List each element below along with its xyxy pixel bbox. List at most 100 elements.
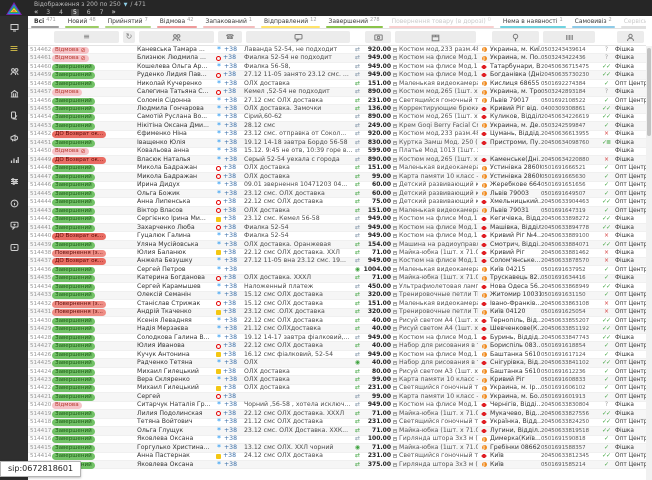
client-phone[interactable]: +38 — [216, 300, 244, 308]
tracking-number[interactable]: 20450634220880 — [541, 156, 597, 164]
client-phone[interactable]: *+38 — [216, 190, 244, 198]
vertical-scrollbar[interactable] — [646, 46, 652, 480]
client-phone[interactable]: *+38 — [216, 181, 244, 189]
pagination-page-3[interactable]: 3 — [45, 9, 51, 16]
tab-сервіси[interactable]: Сервіси0 — [618, 16, 646, 28]
table-row[interactable]: 514435ЗавершенийКатерина Богданова+38ОЛХ… — [28, 275, 646, 283]
tracking-number[interactable]: 0501692108522 — [541, 97, 597, 105]
client-phone[interactable]: *+38 — [216, 266, 244, 274]
tab-all[interactable]: Всі471 — [28, 16, 62, 28]
table-row[interactable]: 514420ВідмоваСитарчук Наталія Гр...*+38Ч… — [28, 402, 646, 410]
table-row[interactable]: 514442ЗавершенийСергієнко Ірина Ми...+38… — [28, 215, 646, 223]
sidebar-item-settings-sliders-icon[interactable] — [0, 170, 28, 192]
tracking-number[interactable]: 0501691601913 — [541, 393, 597, 401]
tracking-number[interactable]: 0501691618854 — [541, 342, 597, 350]
tracking-number[interactable]: 20450633827556 — [541, 410, 597, 418]
pagination-prev-button[interactable]: « — [34, 8, 38, 16]
tab-повернення-товару-в-дорозі-[interactable]: Повернення товару (в дорозі)0 — [386, 16, 497, 28]
tab-нема-в-наявності[interactable]: Нема в наявності1 — [497, 16, 569, 28]
table-row[interactable]: 514450Відмова⊘Ковальова анна*+3815.12. 9… — [28, 148, 646, 156]
client-phone[interactable]: *+38 — [216, 46, 244, 54]
tracking-number[interactable]: 0501691665630 — [541, 173, 597, 181]
client-phone[interactable]: *+38 — [216, 241, 244, 249]
header-barcode-icon[interactable] — [543, 31, 595, 43]
pagination-page-7[interactable]: 7 — [99, 9, 105, 16]
client-phone[interactable]: *+38 — [216, 291, 244, 299]
tracking-number[interactable]: 20450633904463 — [541, 198, 597, 206]
tracking-number[interactable]: 0501691631150 — [541, 291, 597, 299]
header-clients-icon[interactable] — [139, 31, 214, 43]
tab-запакований[interactable]: Запакований1 — [200, 16, 259, 28]
tracking-number[interactable]: 0501691649507 — [541, 190, 597, 198]
table-row[interactable]: 514414ЗавершенийАнна Пастернак+3824.12 с… — [28, 453, 646, 461]
tracking-number[interactable]: 0501691585214 — [541, 461, 597, 469]
tracking-number[interactable]: 0503243422436 — [541, 54, 597, 62]
table-row[interactable]: 514441ЗавершенийЗахарченко Люба+38Фиалка… — [28, 224, 646, 232]
client-phone[interactable]: *+38 — [216, 401, 244, 409]
table-row[interactable]: 514444ЗавершенийАнна Липенська+3822.12 с… — [28, 198, 646, 206]
tracking-number[interactable]: 0501691617124 — [541, 351, 597, 359]
table-row[interactable]: 514457ВідмоваСалегина Татьяна С...+38Кем… — [28, 88, 646, 96]
pagination-page-4[interactable]: 4 — [58, 9, 64, 16]
table-row[interactable]: 514453ЗавершенийНікітіна Оксана Дми...*+… — [28, 122, 646, 130]
header-money-icon[interactable] — [365, 31, 391, 43]
client-phone[interactable]: +38 — [216, 198, 244, 206]
table-row[interactable]: 514436ЗавершенийСергей Петров*+38◉1004.0… — [28, 266, 646, 274]
tracking-number[interactable]: 20450633824250 — [541, 418, 597, 426]
client-phone[interactable]: *+38 — [216, 232, 244, 240]
tracking-number[interactable]: 20450636715475 — [541, 63, 597, 71]
tracking-number[interactable]: 0501691637952 — [541, 266, 597, 274]
header-pin-icon[interactable] — [492, 31, 539, 43]
table-row[interactable]: 514423ЗавершенийВера Скляренко*+38ОЛХ до… — [28, 376, 646, 384]
tracking-number[interactable]: 20450633855207 — [541, 317, 597, 325]
table-row[interactable]: 514431Повернення (з...Андрій Ткаченко+38… — [28, 309, 646, 317]
sidebar-item-clients-icon[interactable] — [0, 60, 28, 82]
client-phone[interactable]: +38 — [216, 393, 244, 401]
tracking-number[interactable]: 20450633894778 — [541, 224, 597, 232]
client-phone[interactable]: +38 — [216, 249, 244, 257]
pagination-next-button[interactable]: » — [111, 8, 115, 16]
sidebar-item-marketing-icon[interactable] — [0, 126, 28, 148]
client-phone[interactable]: +38 — [216, 351, 244, 359]
sidebar-item-payments-icon[interactable] — [0, 104, 28, 126]
client-phone[interactable]: *+38 — [216, 97, 244, 105]
tracking-number[interactable]: 0501691608833 — [541, 376, 597, 384]
tab-самовивіз[interactable]: Самовивіз2 — [569, 16, 618, 28]
table-row[interactable]: 514433ЗавершенийОлексій Семанін*+3815.12… — [28, 292, 646, 300]
tracking-number[interactable]: 20450633812345 — [541, 452, 597, 460]
header-phone-icon[interactable]: ☎ — [218, 31, 242, 43]
client-phone[interactable]: *+38 — [216, 257, 244, 265]
table-row[interactable]: 514462Відмова⊘Каневська Тамара ...*+38Ла… — [28, 46, 646, 54]
client-phone[interactable]: +38 — [216, 452, 244, 460]
table-row[interactable]: 514419ЗавершенийЛилия Подолинская+3822.1… — [28, 410, 646, 418]
tracking-number[interactable]: 20450636613955 — [541, 130, 597, 138]
client-phone[interactable]: +38 — [216, 342, 244, 350]
table-row[interactable]: 514428ЗавершенийСолодкова Галина В...*+3… — [28, 334, 646, 342]
table-row[interactable]: 514424ЗавершенийМихаил Гилецький+38ОЛХ д… — [28, 368, 646, 376]
tracking-number[interactable]: 0501691625054 — [541, 308, 597, 316]
app-logo[interactable] — [0, 0, 28, 16]
table-row[interactable]: 514437ДО Возврат ок...Анжела Безушку*+38… — [28, 258, 646, 266]
tracking-number[interactable]: 0501691651656 — [541, 181, 597, 189]
client-phone[interactable]: *+38 — [216, 80, 244, 88]
header-refresh-icon[interactable]: ↻ — [123, 31, 135, 43]
sidebar-item-video-tutorials-icon[interactable] — [0, 236, 28, 258]
tracking-number[interactable]: 0501692274384 — [541, 80, 597, 88]
table-row[interactable]: 514456ЗавершенийСоломія Сідонна*+3827.12… — [28, 97, 646, 105]
table-row[interactable]: 514448ЗавершенийМикола Бадражан+38ОЛХ до… — [28, 165, 646, 173]
client-phone[interactable]: *+38 — [216, 105, 244, 113]
tab-відмова[interactable]: Відмова42 — [154, 16, 200, 28]
tab-новий[interactable]: Новий48 — [62, 16, 102, 28]
client-phone[interactable]: *+38 — [216, 130, 244, 138]
tracking-number[interactable]: 0400309308861 — [541, 105, 597, 113]
tracking-number[interactable]: 20450633863108 — [541, 300, 597, 308]
client-phone[interactable]: *+38 — [216, 376, 244, 384]
tracking-number[interactable]: 0501691647319 — [541, 207, 597, 215]
tracking-number[interactable]: 0501691612236 — [541, 368, 597, 376]
tracking-number[interactable]: 0501691634416 — [541, 274, 597, 282]
client-phone[interactable]: *+38 — [216, 444, 244, 452]
tracking-number[interactable]: 20450633819518 — [541, 427, 597, 435]
table-row[interactable]: 514454ЗавершенийСамотій Руслана Во...*+3… — [28, 114, 646, 122]
tracking-number[interactable]: 20450634226619 — [541, 113, 597, 121]
table-row[interactable]: 514432Повернення (з...Станіслав Стрижак+… — [28, 300, 646, 308]
